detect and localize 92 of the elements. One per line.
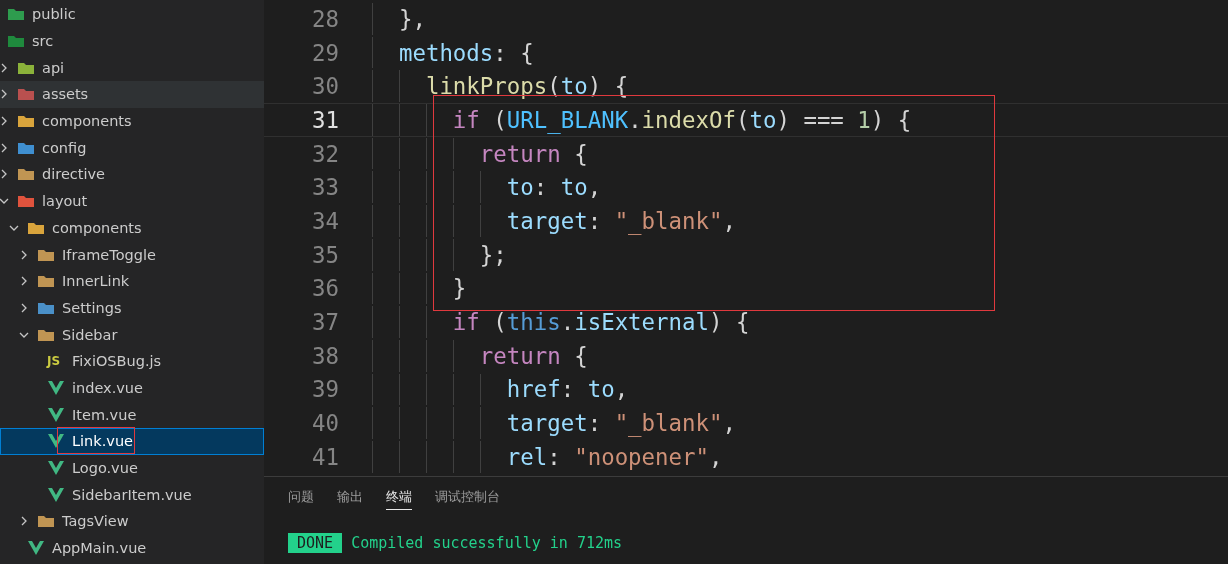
line-number: 40 <box>311 410 340 437</box>
code-line: linkProps(to) { <box>425 73 629 100</box>
chevron-right-icon[interactable] <box>0 62 9 73</box>
code-line: to: to, <box>506 174 602 201</box>
line-number: 39 <box>311 376 340 403</box>
file-name: TagsView <box>62 513 129 530</box>
code-line: href: to, <box>506 376 629 403</box>
line-number: 32 <box>311 140 340 167</box>
file-name: IframeToggle <box>62 246 156 263</box>
file-name: assets <box>42 86 89 103</box>
file-name: components <box>52 219 142 236</box>
code-line: rel: "noopener", <box>506 443 723 470</box>
tree-item[interactable]: index.vue <box>0 374 264 402</box>
tree-item[interactable]: TagsView <box>0 508 264 535</box>
tree-item[interactable]: InnerLink <box>0 267 264 295</box>
panel-tab[interactable]: 问题 <box>288 488 314 510</box>
file-name: components <box>42 113 132 130</box>
file-name: Link.vue <box>72 433 133 450</box>
code-line: return { <box>479 140 588 167</box>
line-number: 33 <box>311 174 340 201</box>
tree-item[interactable]: Item.vue <box>0 401 264 428</box>
chevron-right-icon[interactable] <box>0 89 9 100</box>
vue-icon <box>47 433 65 450</box>
code-line: return { <box>479 342 588 369</box>
file-name: layout <box>42 193 88 210</box>
tree-item[interactable]: public <box>0 1 264 28</box>
terminal-output: Compiled successfully in 712ms <box>351 534 623 552</box>
panel-tab[interactable]: 调试控制台 <box>435 488 500 510</box>
tree-item[interactable]: Link.vue <box>0 428 264 455</box>
js-icon: JS <box>47 354 65 369</box>
tree-item[interactable]: IframeToggle <box>0 241 264 268</box>
chevron-right-icon[interactable] <box>19 249 29 260</box>
line-number: 35 <box>311 241 340 268</box>
chevron-right-icon[interactable] <box>0 116 9 127</box>
chevron-right-icon[interactable] <box>19 276 29 287</box>
vue-icon <box>27 540 45 557</box>
tree-item[interactable]: directive <box>0 161 264 188</box>
vue-icon <box>47 379 65 396</box>
status-badge: DONE <box>288 533 343 553</box>
code-line: }, <box>398 5 426 32</box>
file-name: public <box>32 6 76 23</box>
line-number: 38 <box>311 342 340 369</box>
tree-item[interactable]: src <box>0 27 264 55</box>
file-name: Item.vue <box>72 406 137 423</box>
chevron-right-icon[interactable] <box>19 516 29 527</box>
file-name: FixiOSBug.js <box>72 353 162 370</box>
panel-tab[interactable]: 输出 <box>337 488 363 510</box>
line-number: 41 <box>311 443 340 470</box>
tree-item[interactable]: assets <box>0 81 264 108</box>
file-name: InnerLink <box>62 273 130 290</box>
code-line: target: "_blank", <box>506 410 736 437</box>
tree-item[interactable]: Sidebar <box>0 321 264 348</box>
file-name: config <box>42 139 87 156</box>
chevron-right-icon[interactable] <box>0 169 9 180</box>
tree-item[interactable]: AppMain.vue <box>0 534 264 562</box>
tree-item[interactable]: layout <box>0 187 264 215</box>
line-number: 30 <box>311 73 340 100</box>
code-line: methods: { <box>398 39 534 66</box>
tree-item[interactable]: components <box>0 107 264 135</box>
line-number: 36 <box>311 275 340 302</box>
file-name: src <box>32 33 54 50</box>
tree-item[interactable]: SidebarItem.vue <box>0 481 264 509</box>
line-number: 28 <box>311 5 340 32</box>
chevron-right-icon[interactable] <box>0 142 9 153</box>
tree-item[interactable]: Logo.vue <box>0 454 264 482</box>
tree-item[interactable]: Settings <box>0 294 264 322</box>
file-name: directive <box>42 166 105 183</box>
vue-icon <box>47 406 65 423</box>
code-line: } <box>452 275 467 302</box>
line-number: 31 <box>311 106 340 133</box>
tree-item[interactable]: api <box>0 54 264 82</box>
file-name: Sidebar <box>62 326 118 343</box>
code-line: if (this.isExternal) { <box>452 309 750 336</box>
file-name: api <box>42 59 65 76</box>
file-name: AppMain.vue <box>52 540 147 557</box>
file-name: Settings <box>62 299 122 316</box>
vue-icon <box>47 460 65 477</box>
vue-icon <box>47 486 65 503</box>
line-number: 29 <box>311 39 340 66</box>
tree-item[interactable]: config <box>0 134 264 162</box>
panel-tab[interactable]: 终端 <box>386 488 412 510</box>
code-line: target: "_blank", <box>506 207 736 234</box>
file-name: Logo.vue <box>72 460 138 477</box>
line-number: 34 <box>311 207 340 234</box>
file-name: index.vue <box>72 379 143 396</box>
line-number: 37 <box>311 309 340 336</box>
tree-item[interactable]: JS FixiOSBug.js <box>0 347 264 375</box>
tree-item[interactable]: components <box>0 214 264 242</box>
file-name: SidebarItem.vue <box>72 486 192 503</box>
chevron-right-icon[interactable] <box>19 302 29 313</box>
code-line: if (URL_BLANK.indexOf(to) === 1) { <box>452 106 912 133</box>
code-line: }; <box>479 241 507 268</box>
